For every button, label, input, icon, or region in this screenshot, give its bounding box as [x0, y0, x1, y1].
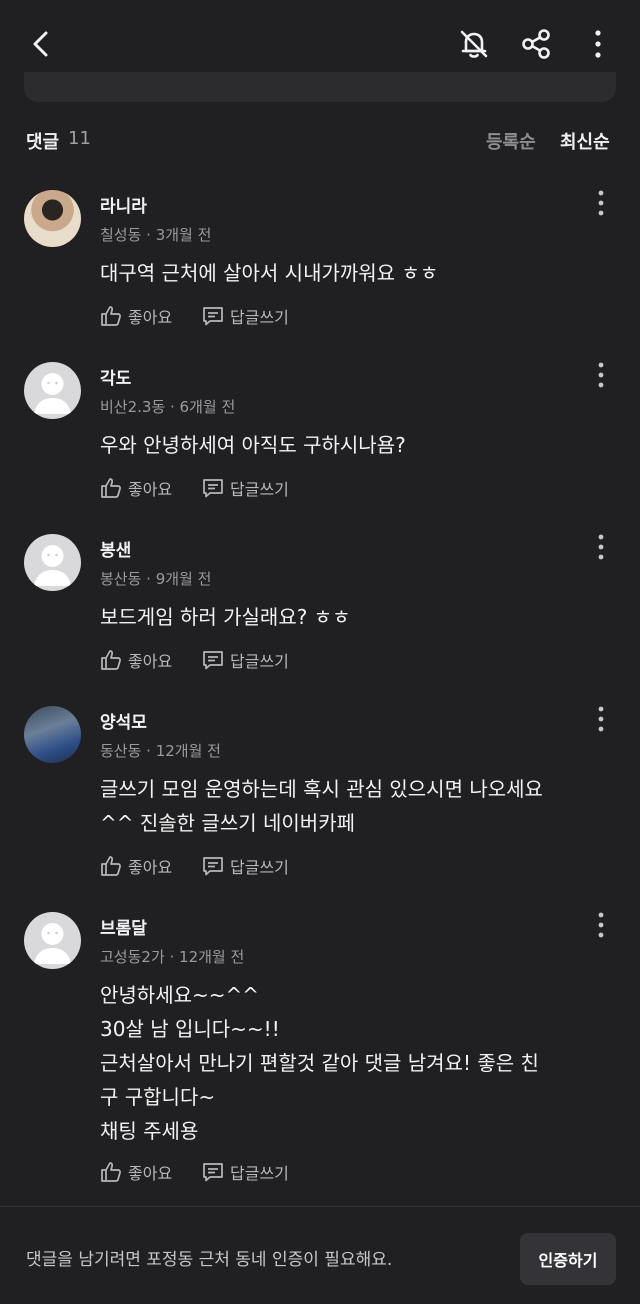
share-button[interactable] — [512, 20, 560, 68]
thumbs-up-icon — [101, 478, 121, 498]
like-label: 좋아요 — [128, 652, 173, 671]
default-profile-icon — [34, 923, 71, 964]
comment-author[interactable]: 봉샌 — [100, 536, 131, 561]
reply-label: 답글쓰기 — [230, 858, 289, 877]
avatar[interactable] — [24, 706, 81, 763]
bottom-verify-bar: 댓글을 남기려면 포정동 근처 동네 인증이 필요해요. 인증하기 — [0, 1206, 640, 1304]
reply-label: 답글쓰기 — [230, 652, 289, 671]
notification-toggle-button[interactable] — [450, 20, 498, 68]
thumbs-up-icon — [101, 856, 121, 876]
comment-item: 양석모 동산동 · 12개월 전 글쓰기 모임 운영하는데 혹시 관심 있으시면… — [0, 706, 640, 882]
thumbs-up-icon — [101, 306, 121, 326]
comment-text-line: 구 구합니다~ — [100, 1085, 216, 1109]
default-profile-icon — [34, 373, 71, 414]
comment-author[interactable]: 라니라 — [100, 192, 147, 217]
avatar[interactable] — [24, 190, 81, 247]
like-button[interactable]: 좋아요 — [100, 854, 172, 878]
reply-label: 답글쓰기 — [230, 480, 289, 499]
comment-text-line: 30살 남 입니다~~!! — [100, 1017, 280, 1041]
more-vertical-icon — [598, 912, 604, 938]
avatar[interactable] — [24, 534, 81, 591]
more-vertical-icon — [598, 362, 604, 388]
comment-author[interactable]: 양석모 — [100, 708, 147, 733]
more-vertical-icon — [598, 706, 604, 732]
like-button[interactable]: 좋아요 — [100, 648, 172, 672]
comment-text-line: ^^ 진솔한 글쓰기 네이버카페 — [100, 811, 355, 835]
comment-more-button[interactable] — [588, 190, 614, 216]
reply-label: 답글쓰기 — [230, 308, 289, 327]
more-options-button[interactable] — [574, 20, 622, 68]
sort-latest-button[interactable]: 최신순 — [560, 128, 610, 154]
bell-off-icon — [460, 30, 488, 58]
comment-icon — [203, 307, 223, 326]
comment-more-button[interactable] — [588, 534, 614, 560]
reply-button[interactable]: 답글쓰기 — [202, 476, 289, 500]
thumbs-up-icon — [101, 650, 121, 670]
comments-count: 11 — [68, 128, 91, 149]
comment-item: 브롬달 고성동2가 · 12개월 전 안녕하세요~~^^ 30살 남 입니다~~… — [0, 912, 640, 1192]
comment-text-line: 보드게임 하러 가실래요? ㅎㅎ — [100, 605, 351, 629]
verify-notice: 댓글을 남기려면 포정동 근처 동네 인증이 필요해요. — [26, 1250, 393, 1270]
comment-text-line: 대구역 근처에 살아서 시내가까워요 ㅎㅎ — [100, 261, 439, 285]
more-vertical-icon — [598, 534, 604, 560]
comment-meta: 고성동2가 · 12개월 전 — [100, 948, 245, 966]
comment-icon — [203, 479, 223, 498]
like-button[interactable]: 좋아요 — [100, 476, 172, 500]
chevron-left-icon — [33, 31, 48, 57]
reply-label: 답글쓰기 — [230, 1164, 289, 1183]
comments-header: 댓글 11 등록순 최신순 — [26, 128, 616, 158]
comment-item: 각도 비산2.3동 · 6개월 전 우와 안녕하세여 아직도 구하시나욤? 좋아… — [0, 362, 640, 502]
comment-text-line: 우와 안녕하세여 아직도 구하시나욤? — [100, 433, 406, 457]
like-label: 좋아요 — [128, 858, 173, 877]
back-button[interactable] — [18, 20, 66, 68]
more-vertical-icon — [595, 30, 601, 58]
like-label: 좋아요 — [128, 1164, 173, 1183]
reply-button[interactable]: 답글쓰기 — [202, 648, 289, 672]
comment-text: 안녕하세요~~^^ 30살 남 입니다~~!! 근처살아서 만나기 편할것 같아… — [100, 978, 620, 1148]
comment-meta: 동산동 · 12개월 전 — [100, 742, 221, 760]
comments-label: 댓글 — [26, 132, 60, 153]
like-label: 좋아요 — [128, 308, 173, 327]
comment-item: 라니라 칠성동 · 3개월 전 대구역 근처에 살아서 시내가까워요 ㅎㅎ 좋아… — [0, 190, 640, 330]
comment-more-button[interactable] — [588, 362, 614, 388]
default-profile-icon — [34, 545, 71, 586]
comment-item: 봉샌 봉산동 · 9개월 전 보드게임 하러 가실래요? ㅎㅎ 좋아요 답글쓰기 — [0, 534, 640, 674]
comment-text-line: 안녕하세요~~^^ — [100, 983, 260, 1007]
reply-button[interactable]: 답글쓰기 — [202, 854, 289, 878]
comment-text: 대구역 근처에 살아서 시내가까워요 ㅎㅎ — [100, 256, 620, 290]
more-vertical-icon — [598, 190, 604, 216]
comment-text-line: 채팅 주세용 — [100, 1119, 199, 1143]
sort-registered-button[interactable]: 등록순 — [486, 128, 536, 154]
comment-more-button[interactable] — [588, 912, 614, 938]
comment-text-line: 근처살아서 만나기 편할것 같아 댓글 남겨요! 좋은 친 — [100, 1051, 539, 1075]
like-button[interactable]: 좋아요 — [100, 304, 172, 328]
comment-icon — [203, 651, 223, 670]
share-icon — [522, 29, 550, 59]
avatar[interactable] — [24, 912, 81, 969]
comment-text: 우와 안녕하세여 아직도 구하시나욤? — [100, 428, 620, 462]
comment-icon — [203, 857, 223, 876]
reply-button[interactable]: 답글쓰기 — [202, 304, 289, 328]
like-label: 좋아요 — [128, 480, 173, 499]
comment-text: 글쓰기 모임 운영하는데 혹시 관심 있으시면 나오세요 ^^ 진솔한 글쓰기 … — [100, 772, 620, 840]
comment-meta: 봉산동 · 9개월 전 — [100, 570, 212, 588]
comment-icon — [203, 1163, 223, 1182]
like-button[interactable]: 좋아요 — [100, 1160, 172, 1184]
comment-meta: 칠성동 · 3개월 전 — [100, 226, 212, 244]
comment-author[interactable]: 브롬달 — [100, 914, 147, 939]
reply-button[interactable]: 답글쓰기 — [202, 1160, 289, 1184]
thumbs-up-icon — [101, 1162, 121, 1182]
verify-button[interactable]: 인증하기 — [520, 1233, 616, 1285]
post-card-bottom-edge — [24, 72, 616, 102]
comment-meta: 비산2.3동 · 6개월 전 — [100, 398, 236, 416]
comment-text-line: 글쓰기 모임 운영하는데 혹시 관심 있으시면 나오세요 — [100, 777, 543, 801]
comment-more-button[interactable] — [588, 706, 614, 732]
comment-author[interactable]: 각도 — [100, 364, 131, 389]
avatar[interactable] — [24, 362, 81, 419]
comment-text: 보드게임 하러 가실래요? ㅎㅎ — [100, 600, 620, 634]
